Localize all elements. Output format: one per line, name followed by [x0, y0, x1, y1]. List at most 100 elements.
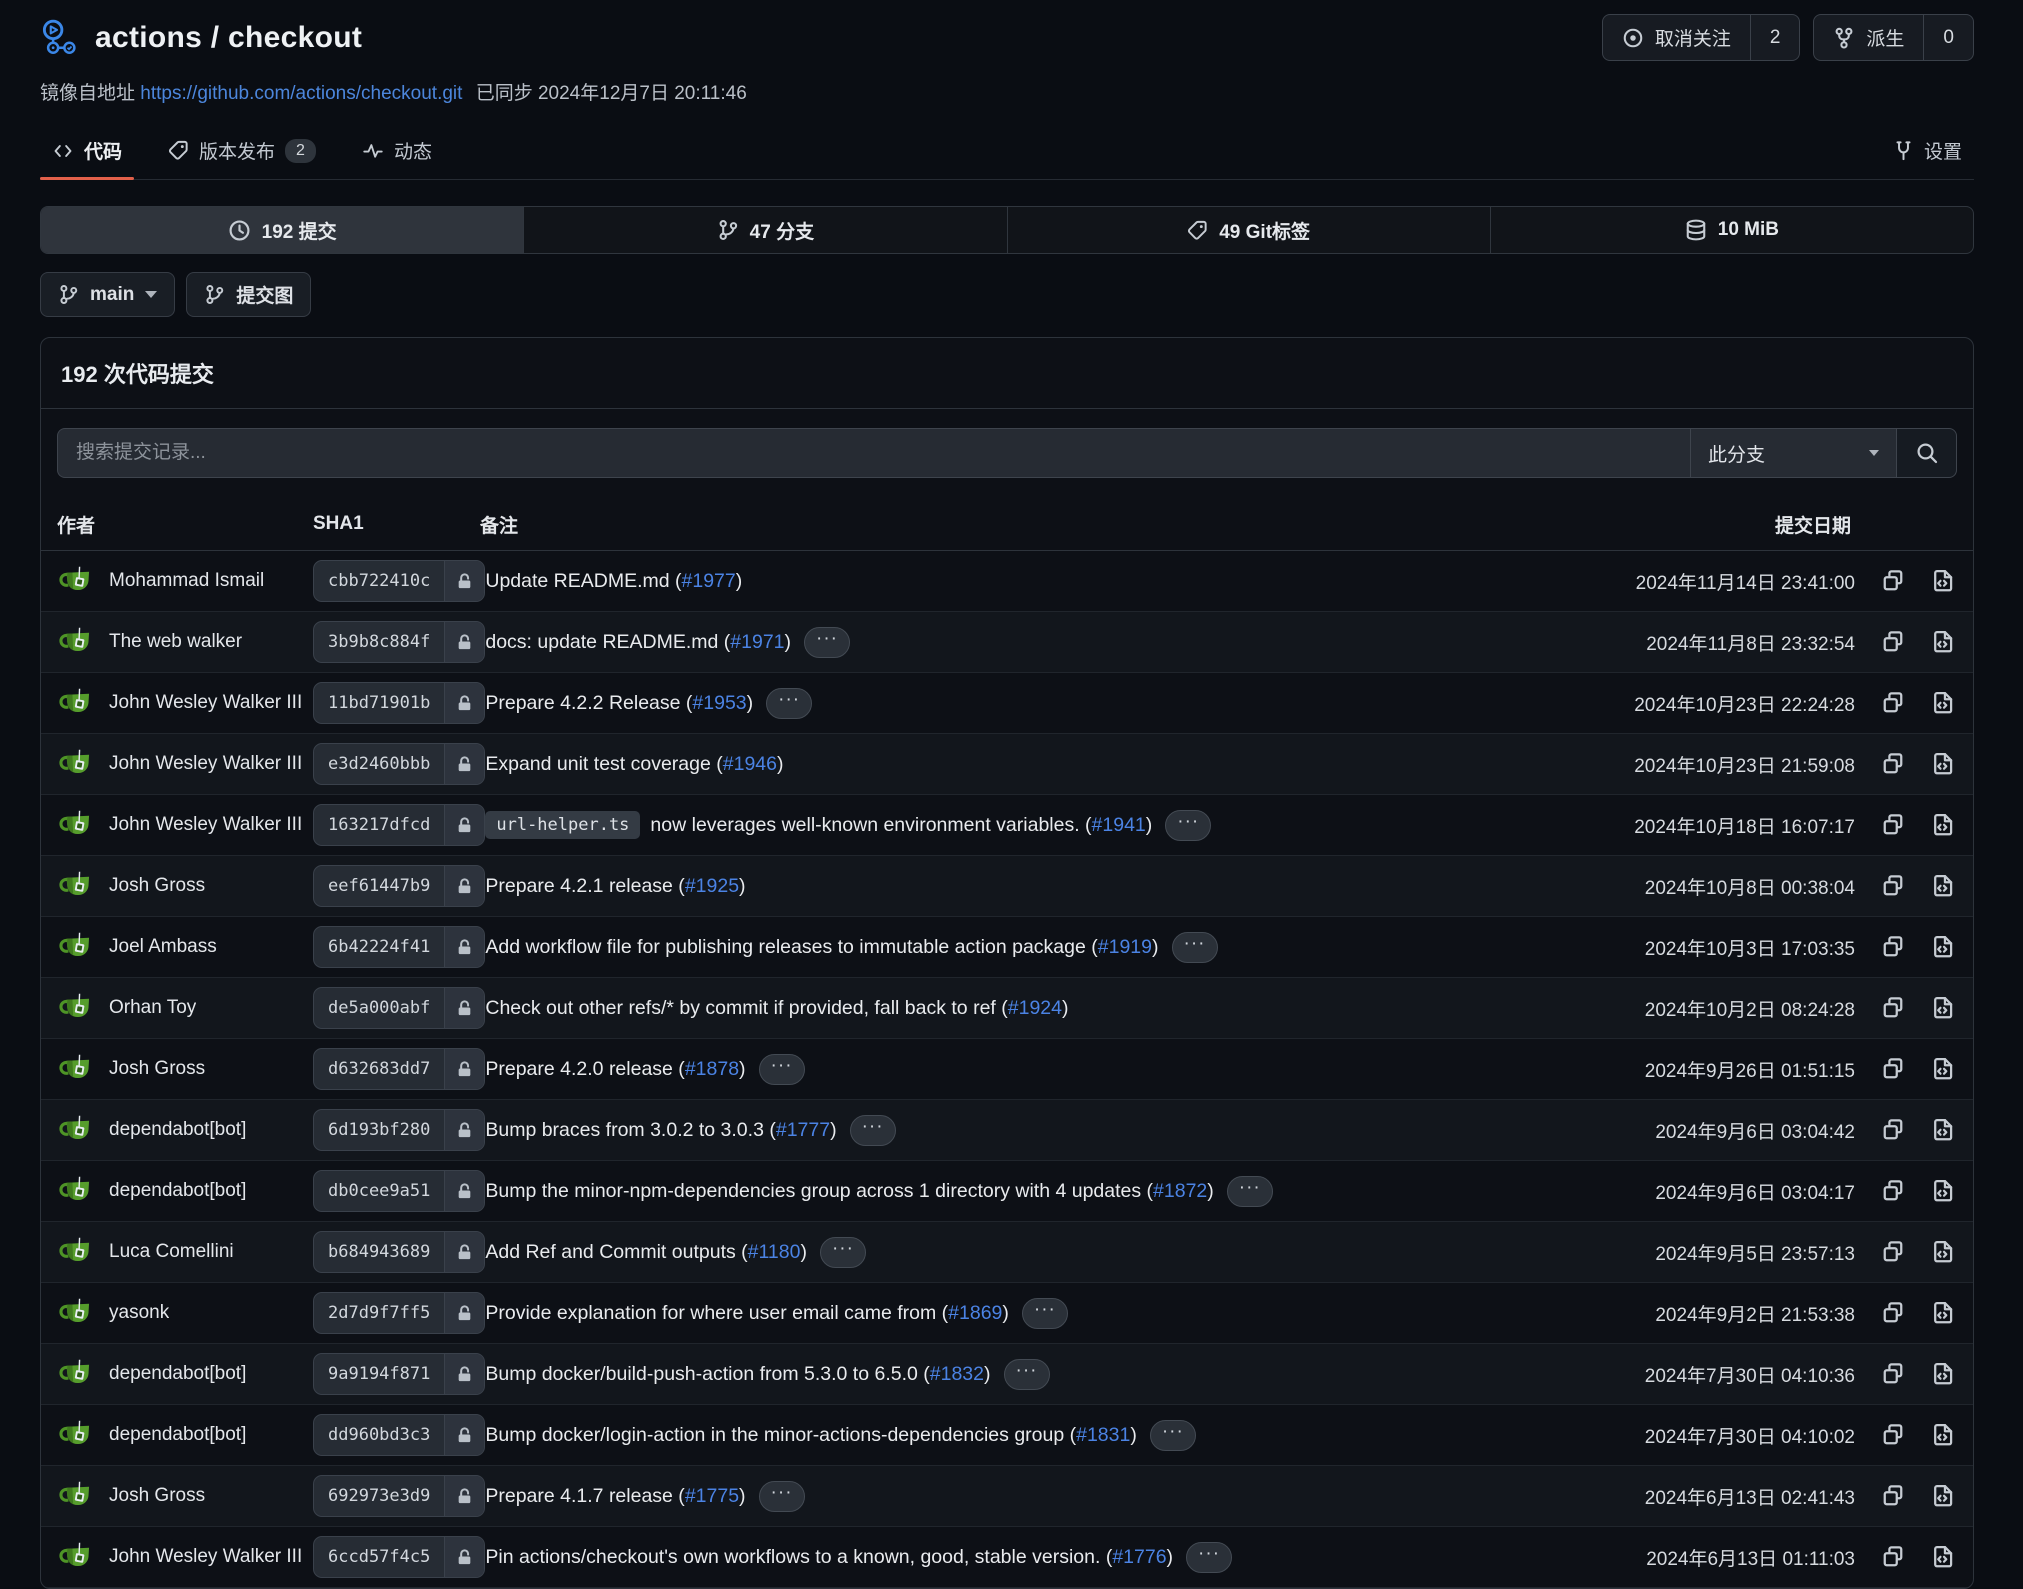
- expand-commit-message-button[interactable]: ···: [1022, 1298, 1068, 1329]
- commit-message[interactable]: Prepare 4.2.0 release (: [485, 1058, 684, 1081]
- browse-source-file-icon[interactable]: [1931, 874, 1955, 898]
- commit-sha-button[interactable]: 3b9b8c884f: [313, 621, 485, 663]
- commit-author[interactable]: dependabot[bot]: [109, 1180, 246, 1202]
- copy-sha-icon[interactable]: [1881, 1118, 1905, 1142]
- issue-link[interactable]: #1180: [748, 1241, 801, 1264]
- repo-title[interactable]: actions / checkout: [95, 21, 362, 55]
- expand-commit-message-button[interactable]: ···: [1150, 1420, 1196, 1451]
- commit-sha-button[interactable]: 2d7d9f7ff5: [313, 1292, 485, 1334]
- issue-link[interactable]: #1775: [685, 1485, 739, 1508]
- tab-settings[interactable]: 设置: [1881, 125, 1974, 179]
- expand-commit-message-button[interactable]: ···: [820, 1237, 866, 1268]
- commit-message[interactable]: Bump braces from 3.0.2 to 3.0.3 (: [485, 1119, 775, 1142]
- avatar[interactable]: [57, 806, 95, 844]
- issue-link[interactable]: #1878: [685, 1058, 739, 1081]
- copy-sha-icon[interactable]: [1881, 1484, 1905, 1508]
- expand-commit-message-button[interactable]: ···: [759, 1054, 805, 1085]
- commit-sha-button[interactable]: b684943689: [313, 1231, 485, 1273]
- commit-sha-button[interactable]: 11bd71901b: [313, 682, 485, 724]
- stat-commits[interactable]: 192 提交: [41, 207, 524, 253]
- commit-sha-button[interactable]: 692973e3d9: [313, 1475, 485, 1517]
- avatar[interactable]: [57, 1355, 95, 1393]
- commit-sha-button[interactable]: db0cee9a51: [313, 1170, 485, 1212]
- copy-sha-icon[interactable]: [1881, 1301, 1905, 1325]
- copy-sha-icon[interactable]: [1881, 996, 1905, 1020]
- commit-message[interactable]: Bump docker/build-push-action from 5.3.0…: [485, 1363, 929, 1386]
- commit-sha-button[interactable]: cbb722410c: [313, 560, 485, 602]
- commit-author[interactable]: Josh Gross: [109, 875, 205, 897]
- avatar[interactable]: [57, 928, 95, 966]
- commit-sha-button[interactable]: 6ccd57f4c5: [313, 1536, 485, 1578]
- expand-commit-message-button[interactable]: ···: [804, 627, 850, 658]
- commit-message[interactable]: Bump the minor-npm-dependencies group ac…: [485, 1180, 1153, 1203]
- browse-source-file-icon[interactable]: [1931, 1301, 1955, 1325]
- search-button[interactable]: [1896, 428, 1957, 478]
- commit-author[interactable]: John Wesley Walker III: [109, 814, 302, 836]
- commit-sha-button[interactable]: 6d193bf280: [313, 1109, 485, 1151]
- browse-source-file-icon[interactable]: [1931, 1484, 1955, 1508]
- commit-author[interactable]: dependabot[bot]: [109, 1119, 246, 1141]
- issue-link[interactable]: #1919: [1098, 936, 1152, 959]
- browse-source-file-icon[interactable]: [1931, 1362, 1955, 1386]
- copy-sha-icon[interactable]: [1881, 813, 1905, 837]
- avatar[interactable]: [57, 1294, 95, 1332]
- expand-commit-message-button[interactable]: ···: [1004, 1359, 1050, 1390]
- copy-sha-icon[interactable]: [1881, 1057, 1905, 1081]
- issue-link[interactable]: #1776: [1112, 1546, 1166, 1569]
- browse-source-file-icon[interactable]: [1931, 1179, 1955, 1203]
- commit-author[interactable]: dependabot[bot]: [109, 1424, 246, 1446]
- tab-releases[interactable]: 版本发布 2: [156, 125, 328, 179]
- watch-count-button[interactable]: 2: [1750, 15, 1800, 60]
- stat-branches[interactable]: 47 分支: [524, 207, 1007, 253]
- commit-sha-button[interactable]: 6b42224f41: [313, 926, 485, 968]
- browse-source-file-icon[interactable]: [1931, 1423, 1955, 1447]
- avatar[interactable]: [57, 745, 95, 783]
- browse-source-file-icon[interactable]: [1931, 630, 1955, 654]
- issue-link[interactable]: #1925: [685, 875, 739, 898]
- commit-message[interactable]: Provide explanation for where user email…: [485, 1302, 948, 1325]
- avatar[interactable]: [57, 1477, 95, 1515]
- copy-sha-icon[interactable]: [1881, 1362, 1905, 1386]
- commit-author[interactable]: Josh Gross: [109, 1485, 205, 1507]
- copy-sha-icon[interactable]: [1881, 691, 1905, 715]
- avatar[interactable]: [57, 1416, 95, 1454]
- commit-graph-button[interactable]: 提交图: [186, 272, 311, 317]
- issue-link[interactable]: #1941: [1092, 814, 1146, 837]
- commit-sha-button[interactable]: d632683dd7: [313, 1048, 485, 1090]
- commit-sha-button[interactable]: de5a000abf: [313, 987, 485, 1029]
- browse-source-file-icon[interactable]: [1931, 691, 1955, 715]
- avatar[interactable]: [57, 1050, 95, 1088]
- issue-link[interactable]: #1869: [948, 1302, 1002, 1325]
- browse-source-file-icon[interactable]: [1931, 752, 1955, 776]
- copy-sha-icon[interactable]: [1881, 630, 1905, 654]
- copy-sha-icon[interactable]: [1881, 874, 1905, 898]
- avatar[interactable]: [57, 1233, 95, 1271]
- expand-commit-message-button[interactable]: ···: [850, 1115, 896, 1146]
- issue-link[interactable]: #1872: [1153, 1180, 1207, 1203]
- commit-sha-button[interactable]: e3d2460bbb: [313, 743, 485, 785]
- avatar[interactable]: [57, 1538, 95, 1576]
- issue-link[interactable]: #1946: [723, 753, 777, 776]
- issue-link[interactable]: #1777: [776, 1119, 830, 1142]
- commit-sha-button[interactable]: 163217dfcd: [313, 804, 485, 846]
- commit-sha-button[interactable]: 9a9194f871: [313, 1353, 485, 1395]
- commit-sha-button[interactable]: dd960bd3c3: [313, 1414, 485, 1456]
- commit-author[interactable]: John Wesley Walker III: [109, 692, 302, 714]
- commit-message[interactable]: Add Ref and Commit outputs (: [485, 1241, 747, 1264]
- copy-sha-icon[interactable]: [1881, 1545, 1905, 1569]
- avatar[interactable]: [57, 989, 95, 1027]
- issue-link[interactable]: #1832: [930, 1363, 984, 1386]
- avatar[interactable]: [57, 623, 95, 661]
- browse-source-file-icon[interactable]: [1931, 1118, 1955, 1142]
- commit-author[interactable]: Mohammad Ismail: [109, 570, 264, 592]
- commit-author[interactable]: Orhan Toy: [109, 997, 196, 1019]
- copy-sha-icon[interactable]: [1881, 1240, 1905, 1264]
- copy-sha-icon[interactable]: [1881, 935, 1905, 959]
- commit-message[interactable]: Prepare 4.2.1 release (: [485, 875, 684, 898]
- commit-author[interactable]: Joel Ambass: [109, 936, 217, 958]
- commit-message[interactable]: Update README.md (: [485, 570, 681, 593]
- stat-tags[interactable]: 49 Git标签: [1008, 207, 1491, 253]
- branch-filter-select[interactable]: 此分支: [1690, 428, 1896, 478]
- unwatch-button[interactable]: 取消关注: [1603, 15, 1750, 60]
- commit-author[interactable]: dependabot[bot]: [109, 1363, 246, 1385]
